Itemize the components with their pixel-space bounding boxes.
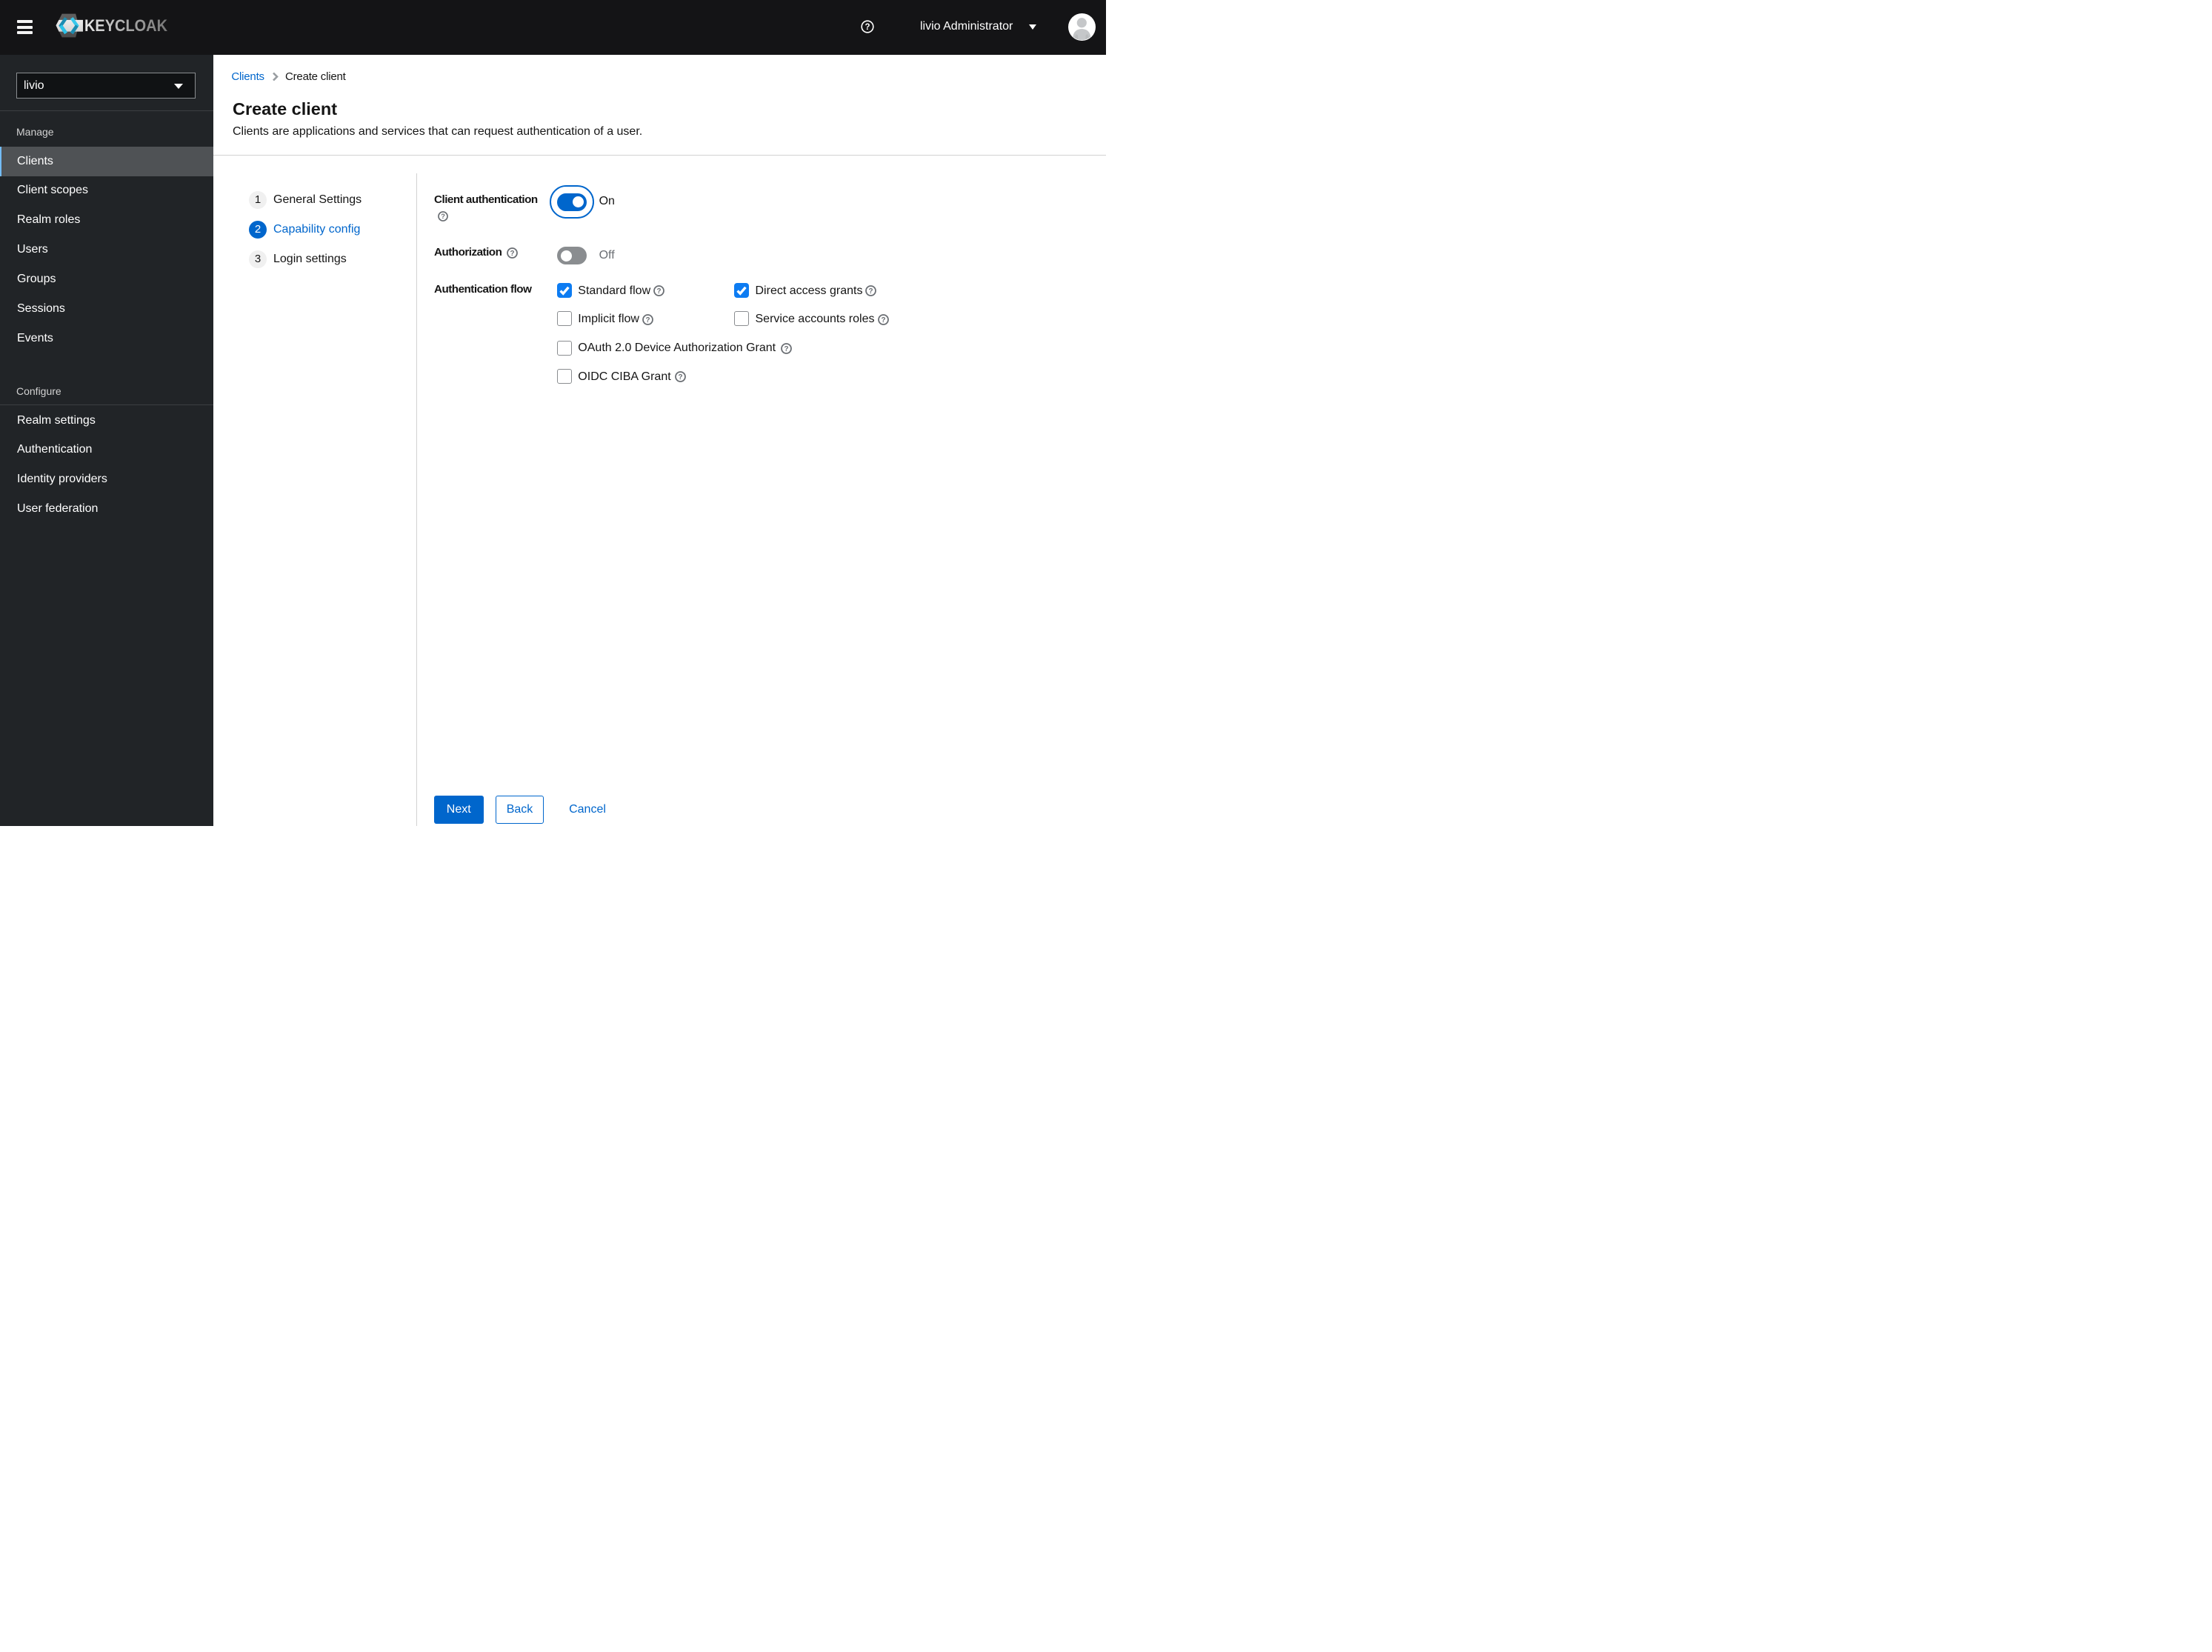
svg-text:?: ?: [865, 23, 870, 32]
svg-text:?: ?: [868, 287, 873, 296]
svg-text:?: ?: [784, 345, 789, 353]
svg-text:?: ?: [510, 249, 514, 257]
svg-text:?: ?: [657, 287, 662, 296]
svg-text:?: ?: [881, 316, 885, 324]
svg-text:?: ?: [441, 213, 445, 220]
svg-text:?: ?: [678, 373, 682, 382]
svg-text:?: ?: [646, 316, 650, 324]
svg-text:KEYCLOAK: KEYCLOAK: [84, 16, 168, 35]
